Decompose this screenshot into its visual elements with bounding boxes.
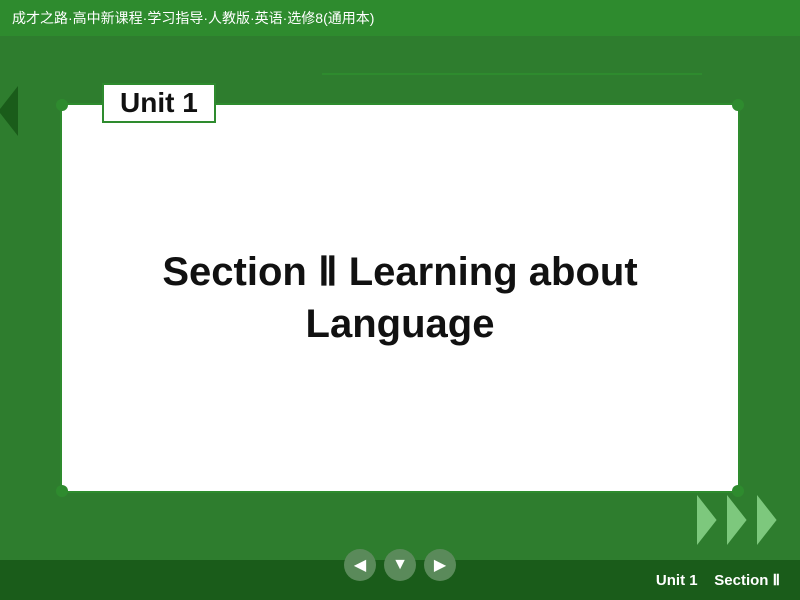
chevron-right-icon-3 [757,495,785,545]
unit-label: Unit 1 [120,87,198,119]
corner-dot-tr [732,99,744,111]
corner-dot-tl [56,99,68,111]
nav-down-icon: ▼ [392,556,408,574]
nav-prev-icon: ◀ [354,555,366,575]
unit-divider-line [322,73,702,75]
nav-prev-button[interactable]: ◀ [344,549,376,581]
top-bar-title: 成才之路·高中新课程·学习指导·人教版·英语·选修8(通用本) [12,8,374,28]
nav-down-button[interactable]: ▼ [384,549,416,581]
bottom-unit-label: Unit 1 [656,572,698,589]
bottom-section-label: Section Ⅱ [714,572,780,589]
bottom-right-label: Unit 1 Section Ⅱ [656,571,780,589]
section-title: Section Ⅱ Learning about Language [82,246,718,350]
unit-label-box: Unit 1 [102,83,216,123]
right-decoration [697,495,785,545]
unit-label-area: Unit 1 [102,83,216,123]
main-area: Unit 1 Section Ⅱ Learning about Language [0,36,800,560]
chevron-right-icon-2 [727,495,755,545]
section-content: Section Ⅱ Learning about Language [62,226,738,370]
corner-dot-bl [56,485,68,497]
nav-next-button[interactable]: ▶ [424,549,456,581]
left-decoration [0,86,18,136]
bottom-bar: ◀ ▼ ▶ Unit 1 Section Ⅱ [0,560,800,600]
nav-buttons: ◀ ▼ ▶ [344,549,456,581]
chevron-right-icon-1 [697,495,725,545]
chevron-left-icon-3 [0,86,18,136]
bottom-bar-inner: ◀ ▼ ▶ Unit 1 Section Ⅱ [20,571,780,589]
top-bar: 成才之路·高中新课程·学习指导·人教版·英语·选修8(通用本) [0,0,800,36]
content-card: Unit 1 Section Ⅱ Learning about Language [60,103,740,493]
nav-next-icon: ▶ [434,555,446,575]
